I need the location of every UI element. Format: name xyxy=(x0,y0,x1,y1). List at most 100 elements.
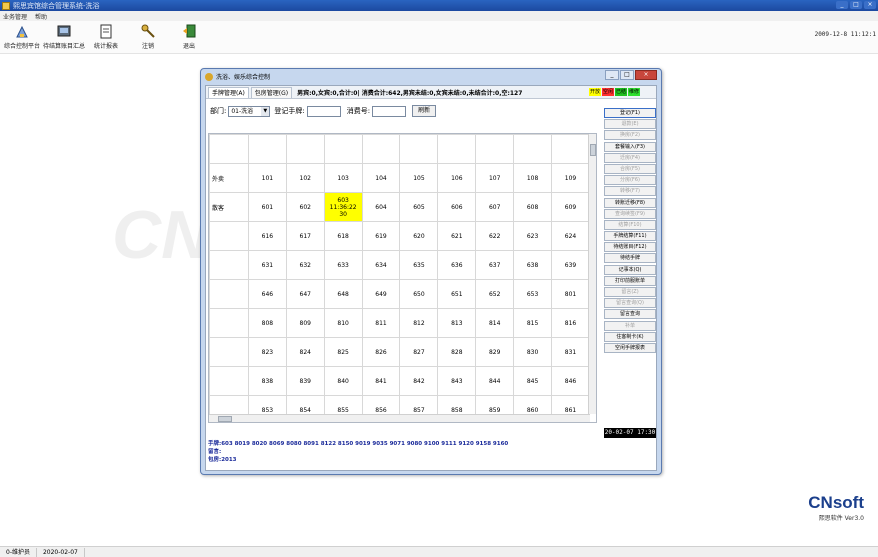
room-cell[interactable]: 617 xyxy=(285,221,325,251)
room-cell[interactable]: 618 xyxy=(323,221,363,251)
room-cell[interactable]: 650 xyxy=(399,279,439,309)
menu-help[interactable]: 帮助 xyxy=(35,12,47,21)
action-button[interactable]: 记事本(Q) xyxy=(604,264,656,275)
room-cell[interactable]: 603 11:36:22 30 xyxy=(323,192,363,222)
dialog-maximize-button[interactable]: □ xyxy=(620,70,634,80)
vscroll-thumb[interactable] xyxy=(590,144,596,156)
control-platform-button[interactable]: 综合控制平台 xyxy=(4,23,40,50)
menu-business[interactable]: 业务管理 xyxy=(3,12,27,21)
room-cell[interactable]: 828 xyxy=(437,337,477,367)
room-cell[interactable]: 601 xyxy=(247,192,287,222)
room-cell[interactable]: 843 xyxy=(437,366,477,396)
room-cell[interactable]: 831 xyxy=(551,337,590,367)
room-cell[interactable]: 811 xyxy=(361,308,401,338)
room-cell[interactable]: 846 xyxy=(551,366,590,396)
room-cell[interactable]: 827 xyxy=(399,337,439,367)
room-cell[interactable]: 823 xyxy=(247,337,287,367)
room-cell[interactable]: 844 xyxy=(475,366,515,396)
action-button[interactable]: 查询续签(F9) xyxy=(604,208,656,219)
room-cell[interactable]: 839 xyxy=(285,366,325,396)
room-cell[interactable]: 631 xyxy=(247,250,287,280)
room-cell[interactable] xyxy=(437,134,477,164)
exit-button[interactable]: 退出 xyxy=(181,23,197,50)
action-button[interactable]: 待结手牌 xyxy=(604,253,656,264)
room-cell[interactable]: 609 xyxy=(551,192,590,222)
room-cell[interactable] xyxy=(323,134,363,164)
room-cell[interactable]: 632 xyxy=(285,250,325,280)
room-cell[interactable]: 622 xyxy=(475,221,515,251)
room-cell[interactable]: 639 xyxy=(551,250,590,280)
action-button[interactable]: 结算(F10) xyxy=(604,219,656,230)
room-cell[interactable]: 608 xyxy=(513,192,553,222)
action-button[interactable]: 空闲手牌报表 xyxy=(604,342,656,353)
room-cell[interactable]: 824 xyxy=(285,337,325,367)
consume-number-input[interactable] xyxy=(372,105,407,117)
room-cell[interactable] xyxy=(475,134,515,164)
room-cell[interactable] xyxy=(513,134,553,164)
hscroll-thumb[interactable] xyxy=(218,416,232,422)
action-button[interactable]: 留言(Z) xyxy=(604,287,656,297)
room-cell[interactable]: 634 xyxy=(361,250,401,280)
action-button[interactable]: 住客制卡(K) xyxy=(604,331,656,342)
room-cell[interactable]: 637 xyxy=(475,250,515,280)
room-cell[interactable]: 647 xyxy=(285,279,325,309)
room-cell[interactable]: 801 xyxy=(551,279,590,309)
room-cell[interactable]: 604 xyxy=(361,192,401,222)
action-button[interactable]: 转移(F7) xyxy=(604,186,656,197)
action-button[interactable]: 套餐输入(F3) xyxy=(604,141,656,152)
room-cell[interactable]: 621 xyxy=(437,221,477,251)
vertical-scrollbar[interactable] xyxy=(588,134,596,414)
room-cell[interactable]: 635 xyxy=(399,250,439,280)
room-cell[interactable]: 605 xyxy=(399,192,439,222)
minimize-button[interactable]: _ xyxy=(836,1,848,9)
pending-account-button[interactable]: 待结算账目汇总 xyxy=(43,23,85,50)
action-button[interactable]: 合房(F5) xyxy=(604,163,656,174)
report-button[interactable]: 统计报表 xyxy=(94,23,118,50)
action-button[interactable]: 手牌结算(F11) xyxy=(604,231,656,242)
room-cell[interactable]: 842 xyxy=(399,366,439,396)
room-cell[interactable]: 602 xyxy=(285,192,325,222)
room-cell[interactable]: 107 xyxy=(475,163,515,193)
room-cell[interactable]: 616 xyxy=(247,221,287,251)
room-cell[interactable]: 816 xyxy=(551,308,590,338)
room-cell[interactable]: 102 xyxy=(285,163,325,193)
room-cell[interactable]: 814 xyxy=(475,308,515,338)
action-button[interactable]: 打印前服账单 xyxy=(604,275,656,286)
room-cell[interactable]: 651 xyxy=(437,279,477,309)
room-cell[interactable]: 826 xyxy=(361,337,401,367)
action-button[interactable]: 转账迁移(F8) xyxy=(604,197,656,208)
room-cell[interactable]: 106 xyxy=(437,163,477,193)
room-cell[interactable]: 624 xyxy=(551,221,590,251)
room-cell[interactable]: 841 xyxy=(361,366,401,396)
room-cell[interactable]: 103 xyxy=(323,163,363,193)
refresh-button[interactable]: 刷新 xyxy=(412,105,437,117)
room-cell[interactable]: 109 xyxy=(551,163,590,193)
action-button[interactable]: 分房(F6) xyxy=(604,175,656,186)
logout-button[interactable]: 注销 xyxy=(140,23,156,50)
action-button[interactable]: 退款(E) xyxy=(604,119,656,130)
room-cell[interactable]: 606 xyxy=(437,192,477,222)
room-cell[interactable] xyxy=(551,134,590,164)
room-cell[interactable]: 813 xyxy=(437,308,477,338)
tab-handcard[interactable]: 手牌管理(A) xyxy=(208,86,249,98)
dialog-close-button[interactable]: × xyxy=(635,70,657,80)
horizontal-scrollbar[interactable] xyxy=(209,414,590,422)
room-cell[interactable]: 104 xyxy=(361,163,401,193)
room-cell[interactable]: 607 xyxy=(475,192,515,222)
room-cell[interactable]: 815 xyxy=(513,308,553,338)
action-button[interactable]: 留言查询 xyxy=(604,309,656,320)
room-cell[interactable]: 840 xyxy=(323,366,363,396)
dialog-minimize-button[interactable]: _ xyxy=(605,70,619,80)
room-cell[interactable]: 646 xyxy=(247,279,287,309)
room-cell[interactable]: 105 xyxy=(399,163,439,193)
room-cell[interactable]: 619 xyxy=(361,221,401,251)
action-button[interactable]: 换房(F2) xyxy=(604,130,656,141)
room-cell[interactable]: 636 xyxy=(437,250,477,280)
room-cell[interactable]: 812 xyxy=(399,308,439,338)
dept-select[interactable]: 01-洗浴 ▼ xyxy=(228,105,271,117)
room-cell[interactable]: 101 xyxy=(247,163,287,193)
room-cell[interactable]: 808 xyxy=(247,308,287,338)
action-button[interactable]: 迁房(F4) xyxy=(604,152,656,163)
action-button[interactable]: 待结账目(F12) xyxy=(604,242,656,253)
room-cell[interactable]: 638 xyxy=(513,250,553,280)
